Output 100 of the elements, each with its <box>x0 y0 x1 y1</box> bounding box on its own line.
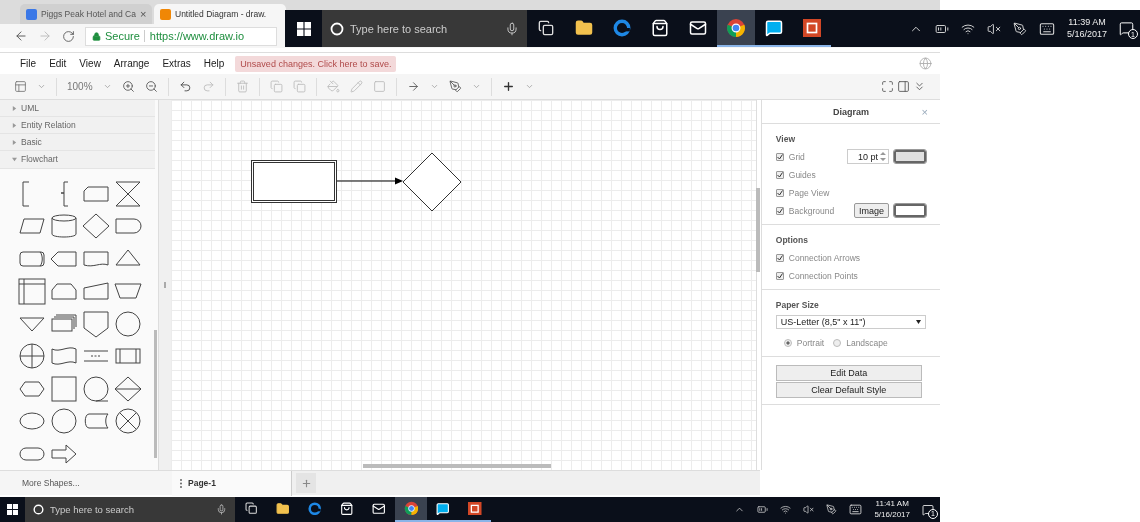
browser-icon[interactable] <box>613 18 631 37</box>
panel-title: Diagram <box>832 106 869 117</box>
shopping-bag-icon[interactable] <box>651 18 669 37</box>
search-field[interactable]: Type here to search <box>322 10 527 47</box>
collapse-icon[interactable] <box>913 80 926 93</box>
speaker-muted-icon[interactable] <box>803 504 815 515</box>
background-color-swatch[interactable] <box>894 204 926 217</box>
wifi-icon[interactable] <box>960 21 975 36</box>
menu-item[interactable]: Arrange <box>113 58 150 69</box>
search-placeholder: Type here to search <box>350 22 449 35</box>
browser-tab[interactable]: Piggs Peak Hotel and Ca × <box>20 4 152 24</box>
diamond-node[interactable] <box>402 152 463 212</box>
layout-icon[interactable] <box>14 80 27 93</box>
tape-circle-icon[interactable] <box>80 373 112 404</box>
checkbox[interactable] <box>775 188 784 197</box>
unsaved-changes-notice[interactable]: Unsaved changes. Click here to save. <box>235 55 397 72</box>
chat-app-icon[interactable] <box>436 501 450 516</box>
connector-arrow[interactable] <box>337 176 404 186</box>
checkbox[interactable] <box>775 170 784 179</box>
x-circle-icon[interactable] <box>112 406 144 437</box>
add-page-button[interactable] <box>296 473 316 493</box>
paper-size-select[interactable]: US-Letter (8,5" x 11") <box>775 315 926 329</box>
speaker-muted-icon[interactable] <box>986 21 1001 36</box>
battery-icon[interactable] <box>757 504 769 515</box>
tab-close-button[interactable]: × <box>140 8 147 20</box>
reload-icon[interactable] <box>62 29 75 43</box>
shopping-bag-icon[interactable] <box>340 501 354 516</box>
zoom-level[interactable]: 100% <box>67 81 93 92</box>
pen-icon[interactable] <box>1012 21 1027 36</box>
circle-icon[interactable] <box>48 406 80 437</box>
envelope-icon[interactable] <box>372 501 386 516</box>
sidebar-section[interactable]: Flowchart <box>0 151 155 169</box>
pen-icon[interactable] <box>826 504 838 515</box>
radio-label: Portrait <box>796 337 825 348</box>
zoom-out-icon[interactable] <box>144 80 158 93</box>
plus-icon[interactable] <box>501 80 515 93</box>
page-tab[interactable]: Page-1 <box>172 470 292 496</box>
browser-tab[interactable]: Untitled Diagram - draw. <box>154 4 286 24</box>
checkbox[interactable] <box>775 253 784 262</box>
keyboard-icon[interactable] <box>849 503 863 516</box>
radio-button[interactable] <box>833 338 842 347</box>
square-icon[interactable] <box>48 373 80 404</box>
keyboard-icon[interactable] <box>1038 20 1055 37</box>
menu-item[interactable]: Extras <box>162 58 191 69</box>
checkbox[interactable] <box>775 206 784 215</box>
presentation-app-icon[interactable] <box>803 18 821 37</box>
browser-icon[interactable] <box>308 501 322 516</box>
address-bar[interactable]: Secure https://www.draw.io <box>85 26 277 46</box>
menu-item[interactable]: File <box>20 58 37 69</box>
checkbox[interactable] <box>775 271 784 280</box>
zoom-in-icon[interactable] <box>121 80 135 93</box>
wifi-icon[interactable] <box>780 504 792 515</box>
undo-icon[interactable] <box>178 80 192 93</box>
grid-color-swatch[interactable] <box>894 150 926 163</box>
windows-logo-icon[interactable] <box>7 504 18 515</box>
back-icon[interactable] <box>14 29 28 43</box>
spinner-icon[interactable] <box>880 151 886 162</box>
section-label: Flowchart <box>21 154 58 165</box>
image-button[interactable]: Image <box>854 203 889 218</box>
drag-handle-icon[interactable] <box>164 282 167 288</box>
sidebar-section[interactable]: UML <box>0 100 155 118</box>
panel-button[interactable]: Edit Data <box>775 365 922 381</box>
crossed-circle-icon[interactable] <box>16 341 48 372</box>
menu-item[interactable]: View <box>79 58 101 69</box>
microphone-icon[interactable] <box>216 504 227 515</box>
grid-size-field[interactable]: 10 pt <box>847 149 889 164</box>
checkbox[interactable] <box>775 152 784 161</box>
folder-icon[interactable] <box>575 18 593 37</box>
clock-time[interactable]: 11:39 AM <box>1068 16 1106 29</box>
more-shapes-link[interactable]: More Shapes... <box>0 470 172 495</box>
task-view-icon[interactable] <box>538 19 554 36</box>
microphone-icon[interactable] <box>505 21 519 36</box>
menu-item[interactable]: Help <box>203 58 225 69</box>
circle-icon[interactable] <box>112 308 144 339</box>
presentation-app-icon[interactable] <box>468 501 482 516</box>
sidebar-section[interactable]: Basic <box>0 134 155 152</box>
sidebar-section[interactable]: Entity Relation <box>0 117 155 135</box>
search-field[interactable]: Type here to search <box>25 497 235 522</box>
fullscreen-icon[interactable] <box>881 80 894 93</box>
browser-logo-icon[interactable] <box>403 501 419 516</box>
envelope-icon[interactable] <box>689 18 707 37</box>
browser-logo-icon[interactable] <box>726 17 746 38</box>
panel-icon[interactable] <box>897 80 910 93</box>
clock-date[interactable]: 5/16/2017 <box>874 509 910 520</box>
notification-icon[interactable] <box>1119 21 1134 36</box>
task-view-icon[interactable] <box>244 502 258 515</box>
rectangle-node[interactable] <box>251 160 338 203</box>
folder-icon[interactable] <box>276 501 290 516</box>
clock-date[interactable]: 5/16/2017 <box>1066 28 1107 41</box>
connector-icon[interactable] <box>406 80 420 93</box>
pentagon-icon[interactable] <box>80 308 112 339</box>
radio-button[interactable] <box>783 338 792 347</box>
menu-item[interactable]: Edit <box>49 58 67 69</box>
waypoint-icon[interactable] <box>448 80 462 93</box>
panel-button[interactable]: Clear Default Style <box>775 382 922 398</box>
grid-square-icon[interactable] <box>16 276 48 307</box>
chat-app-icon[interactable] <box>765 18 783 37</box>
circle-icon <box>330 21 344 36</box>
clock-time[interactable]: 11:41 AM <box>875 499 909 510</box>
windows-logo-icon[interactable] <box>296 21 311 36</box>
